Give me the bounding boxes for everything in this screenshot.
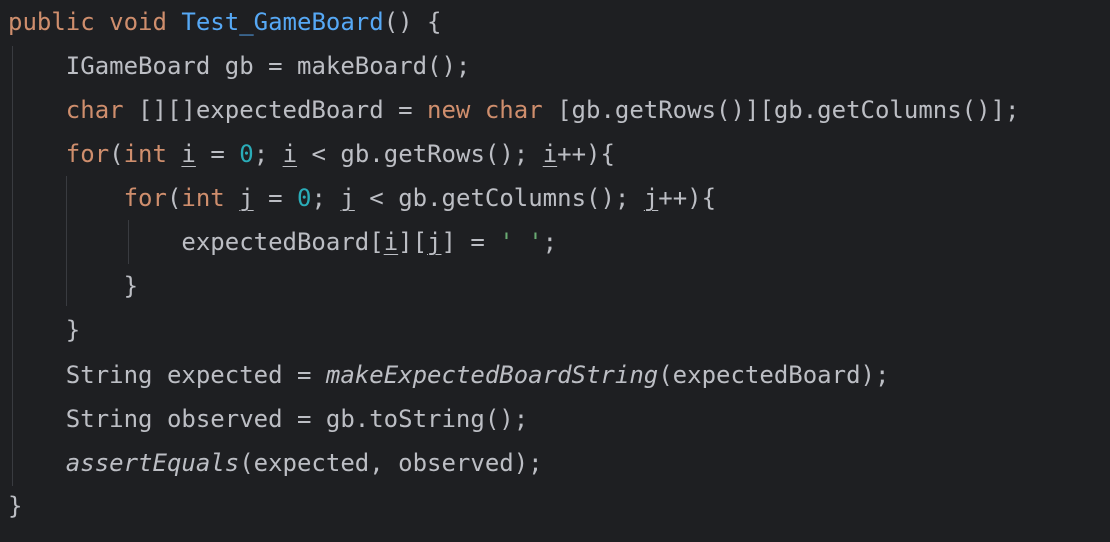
keyword-char: char xyxy=(484,96,543,124)
variable-i: i xyxy=(542,140,558,168)
closing-brace: } xyxy=(8,492,23,520)
variable-j: j xyxy=(239,184,254,212)
variable-j: j xyxy=(427,228,442,256)
code-line-9[interactable]: String expected = makeExpectedBoardStrin… xyxy=(8,357,890,393)
variable-i: i xyxy=(282,140,298,168)
code-text: ][ xyxy=(398,228,428,256)
method-name: Test_GameBoard xyxy=(181,8,384,36)
number-literal: 0 xyxy=(297,184,312,212)
code-text: String observed = gb.toString(); xyxy=(65,405,529,433)
code-text: String expected = xyxy=(65,361,326,389)
code-text: (expected, observed); xyxy=(239,449,543,477)
code-text: = xyxy=(253,184,298,212)
code-line-2[interactable]: IGameBoard gb = makeBoard(); xyxy=(8,48,471,84)
keyword-new: new xyxy=(427,96,471,124)
code-text: expectedBoard[ xyxy=(181,228,384,256)
variable-i: i xyxy=(383,228,399,256)
code-editor[interactable]: public void Test_GameBoard() { IGameBoar… xyxy=(0,0,1110,542)
code-text: gb = makeBoard(); xyxy=(210,52,471,80)
code-text: ++){ xyxy=(557,140,615,168)
code-type: IGameBoard xyxy=(65,52,211,80)
keyword-for: for xyxy=(123,184,167,212)
code-text: (expectedBoard); xyxy=(658,361,890,389)
code-line-12[interactable]: } xyxy=(8,488,22,524)
code-text: ; xyxy=(253,140,283,168)
code-text: [][]expectedBoard = xyxy=(123,96,428,124)
code-text: ++){ xyxy=(658,184,717,212)
closing-brace: } xyxy=(123,272,139,300)
code-line-3[interactable]: char [][]expectedBoard = new char [gb.ge… xyxy=(8,92,1020,128)
number-literal: 0 xyxy=(239,140,254,168)
variable-j: j xyxy=(643,184,659,212)
code-text: ; xyxy=(311,184,341,212)
code-line-11[interactable]: assertEquals(expected, observed); xyxy=(8,445,543,481)
code-line-8[interactable]: } xyxy=(8,312,80,348)
code-line-4[interactable]: for(int i = 0; i < gb.getRows(); i++){ xyxy=(8,136,615,172)
variable-i: i xyxy=(181,140,196,168)
keyword-char: char xyxy=(65,96,124,124)
code-line-5[interactable]: for(int j = 0; j < gb.getColumns(); j++)… xyxy=(8,180,716,216)
code-text: () { xyxy=(383,8,442,36)
string-literal: ' ' xyxy=(499,228,543,256)
closing-brace: } xyxy=(65,316,81,344)
method-call-italic: makeExpectedBoardString xyxy=(325,361,659,389)
code-text: ( xyxy=(166,184,182,212)
code-line-7[interactable]: } xyxy=(8,268,138,304)
method-call-italic: assertEquals xyxy=(65,449,240,477)
code-text: < gb.getRows(); xyxy=(297,140,543,168)
code-line-1[interactable]: public void Test_GameBoard() { xyxy=(8,4,442,40)
code-text: [gb.getRows()][gb.getColumns()]; xyxy=(542,96,1020,124)
code-text: = xyxy=(195,140,240,168)
code-line-6[interactable]: expectedBoard[i][j] = ' '; xyxy=(8,224,557,260)
keyword-public: public xyxy=(8,8,95,36)
code-text: ( xyxy=(109,140,124,168)
keyword-void: void xyxy=(109,8,167,36)
variable-j: j xyxy=(340,184,355,212)
code-line-10[interactable]: String observed = gb.toString(); xyxy=(8,401,528,437)
keyword-int: int xyxy=(123,140,167,168)
code-text: ; xyxy=(542,228,558,256)
keyword-int: int xyxy=(181,184,225,212)
keyword-for: for xyxy=(65,140,110,168)
code-text: < gb.getColumns(); xyxy=(354,184,644,212)
code-text: ] = xyxy=(441,228,500,256)
